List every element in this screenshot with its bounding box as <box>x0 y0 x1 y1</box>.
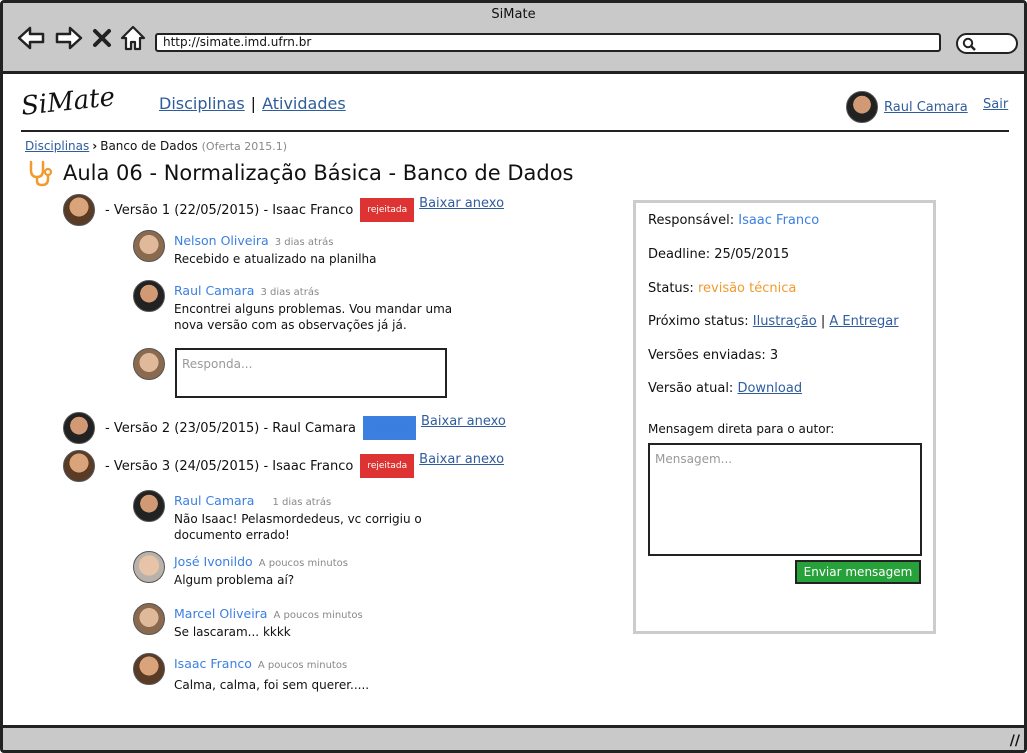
next-status-row: Próximo status: Ilustração | A Entregar <box>648 314 899 329</box>
comment-author[interactable]: Marcel Oliveira <box>174 606 267 621</box>
comment: Isaac Franco A poucos minutos Calma, calm… <box>133 653 369 693</box>
next-status-separator: | <box>820 314 826 329</box>
responsible-name[interactable]: Isaac Franco <box>738 213 819 228</box>
breadcrumb-root[interactable]: Disciplinas <box>25 139 89 153</box>
version-label: - Versão 3 (24/05/2015) - Isaac Franco <box>105 458 354 474</box>
comment-text: Calma, calma, foi sem querer..... <box>174 678 370 692</box>
deadline: Deadline: 25/05/2015 <box>648 247 790 262</box>
avatar <box>63 412 95 444</box>
status-value: revisão técnica <box>697 281 797 296</box>
version-label: - Versão 2 (23/05/2015) - Raul Camara <box>105 420 356 436</box>
comment: Marcel Oliveira A poucos minutos Se lasca… <box>133 603 363 640</box>
status-bar: // <box>3 725 1024 750</box>
back-icon[interactable] <box>17 25 45 51</box>
versions-sent: Versões enviadas: 3 <box>648 348 779 363</box>
comment-text: Recebido e atualizado na planilha <box>174 252 377 266</box>
page-title: Aula 06 - Normalização Básica - Banco de… <box>63 161 574 185</box>
stop-icon[interactable] <box>91 25 113 51</box>
comment-time: 3 dias atrás <box>260 287 320 298</box>
status-row: Status: revisão técnica <box>648 281 796 296</box>
comment: Nelson Oliveira 3 dias atrás Recebido e a… <box>133 230 377 267</box>
avatar <box>63 450 95 482</box>
version-row: - Versão 2 (23/05/2015) - Raul Camara co… <box>63 412 506 444</box>
comment-time: A poucos minutos <box>257 660 348 671</box>
search-icon <box>962 37 976 51</box>
comment-text: Encontrei alguns problemas. Vou mandar u… <box>174 302 453 332</box>
header-divider <box>21 130 1009 132</box>
app-logo[interactable]: SiMate <box>20 82 117 122</box>
status-badge: rejeitada <box>360 454 415 478</box>
next-status-illustration-link[interactable]: Ilustração <box>753 314 817 329</box>
breadcrumb-offer: (Oferta 2015.1) <box>201 140 288 153</box>
browser-window: SiMate http://simate.imd.ufrn.br SiMate … <box>0 0 1027 753</box>
status-badge: correção <box>363 416 417 440</box>
avatar <box>133 348 165 380</box>
comment-author[interactable]: Raul Camara <box>174 493 254 508</box>
user-name-link[interactable]: Raul Camara <box>884 100 968 115</box>
window-title: SiMate <box>491 7 536 22</box>
address-bar[interactable]: http://simate.imd.ufrn.br <box>155 33 941 52</box>
breadcrumb-current: Banco de Dados <box>100 139 198 153</box>
home-icon[interactable] <box>119 25 147 51</box>
page-title-row: Aula 06 - Normalização Básica - Banco de… <box>25 158 573 188</box>
download-attachment-link[interactable]: Baixar anexo <box>419 452 504 467</box>
comment-time: A poucos minutos <box>273 610 363 621</box>
download-attachment-link[interactable]: Baixar anexo <box>421 414 506 429</box>
direct-message-input[interactable]: Mensagem... <box>648 443 922 556</box>
version-label: - Versão 1 (22/05/2015) - Isaac Franco <box>105 202 354 218</box>
forward-icon[interactable] <box>55 25 83 51</box>
current-version-row: Versão atual: Download <box>648 381 802 396</box>
user-area: Raul Camara <box>846 91 968 123</box>
reply-input[interactable]: Responda... <box>175 348 447 398</box>
avatar <box>63 194 95 226</box>
avatar <box>846 91 878 123</box>
avatar <box>133 551 165 583</box>
comment-time: A poucos minutos <box>258 558 348 569</box>
status-label: Status: <box>648 281 694 296</box>
breadcrumb: Disciplinas › Banco de Dados (Oferta 2015.… <box>25 139 287 153</box>
nav-disciplinas[interactable]: Disciplinas <box>159 94 245 113</box>
comment-text: Não Isaac! Pelasmordedeus, vc corrigiu o… <box>174 512 422 542</box>
responsible-label: Responsável: <box>648 213 735 228</box>
stethoscope-icon <box>29 160 53 187</box>
avatar <box>133 490 165 522</box>
comment-author[interactable]: Nelson Oliveira <box>174 233 269 248</box>
browser-chrome: SiMate http://simate.imd.ufrn.br <box>3 3 1024 74</box>
details-panel: Responsável: Isaac Franco Deadline: 25/0… <box>633 200 936 634</box>
download-attachment-link[interactable]: Baixar anexo <box>419 196 504 211</box>
browser-search-input[interactable] <box>956 33 1018 54</box>
top-nav: Disciplinas | Atividades <box>159 94 346 113</box>
comment-text: Se lascaram... kkkk <box>174 625 291 639</box>
comment-time: 1 dias atrás <box>272 497 332 508</box>
status-badge: rejeitada <box>360 198 415 222</box>
responsible-row: Responsável: Isaac Franco <box>648 213 819 228</box>
logout-link[interactable]: Sair <box>983 97 1008 112</box>
next-status-deliver-link[interactable]: A Entregar <box>829 314 898 329</box>
avatar <box>133 230 165 262</box>
send-message-button[interactable]: Enviar mensagem <box>795 560 921 584</box>
avatar <box>133 653 165 685</box>
comment-time: 3 dias atrás <box>274 237 334 248</box>
version-row: - Versão 3 (24/05/2015) - Isaac Franco r… <box>63 450 504 482</box>
next-status-label: Próximo status: <box>648 314 749 329</box>
download-link[interactable]: Download <box>737 381 802 396</box>
avatar <box>133 280 165 312</box>
comment: Raul Camara 1 dias atrás Não Isaac! Pelas… <box>133 490 424 543</box>
direct-message-label: Mensagem direta para o autor: <box>648 422 835 436</box>
comment: Raul Camara 3 dias atrás Encontrei alguns… <box>133 280 454 333</box>
resize-grip-icon[interactable]: // <box>1010 733 1020 749</box>
chevron-right-icon: › <box>92 139 98 153</box>
version-row: - Versão 1 (22/05/2015) - Isaac Franco r… <box>63 194 504 226</box>
comment: José Ivonildo A poucos minutos Algum prob… <box>133 551 348 588</box>
comment-author[interactable]: Raul Camara <box>174 283 254 298</box>
avatar <box>133 603 165 635</box>
nav-separator: | <box>250 94 257 113</box>
comment-text: Algum problema aí? <box>174 573 295 587</box>
current-version-label: Versão atual: <box>648 381 734 396</box>
comment-author[interactable]: José Ivonildo <box>174 554 253 569</box>
comment-author[interactable]: Isaac Franco <box>174 656 252 671</box>
nav-atividades[interactable]: Atividades <box>262 94 346 113</box>
